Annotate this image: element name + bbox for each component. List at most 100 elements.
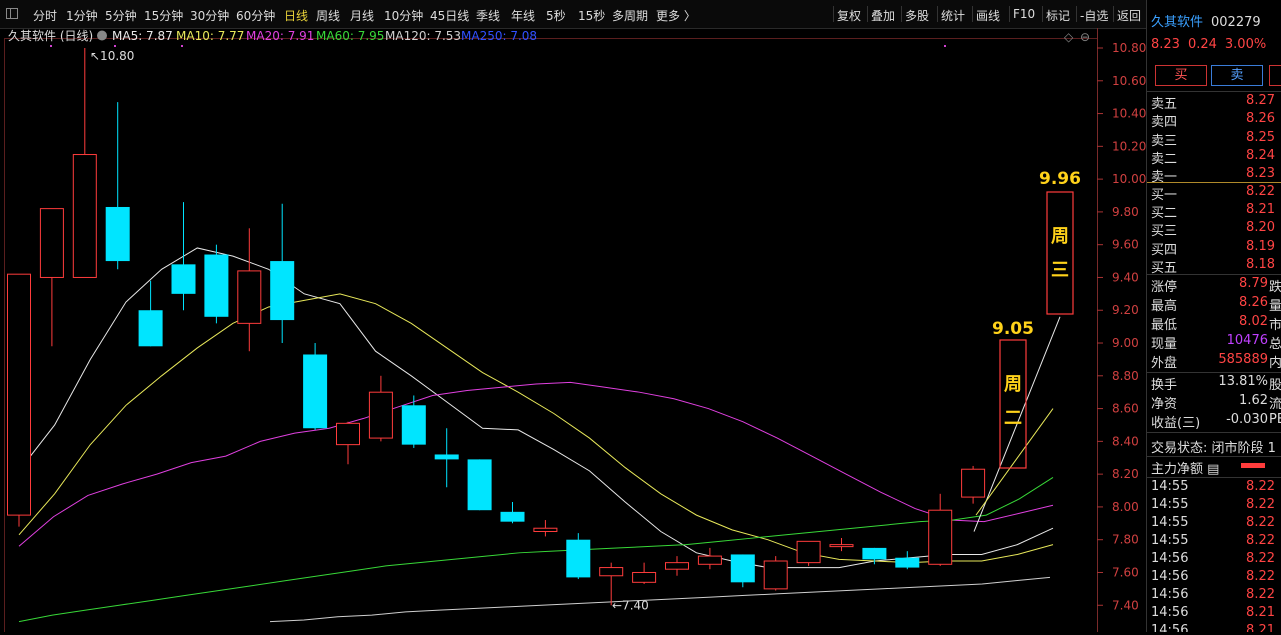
tool-button[interactable]: 标记 [1046, 7, 1070, 24]
tick-row[interactable]: 14:56 8.22 [1147, 551, 1281, 569]
kline-chart[interactable]: 7.40 7.60 7.80 8.00 8.20 8.40 8.60 8.80 9.00 9.20… [0, 28, 1146, 635]
row-label: 14:55 [1151, 479, 1189, 494]
tick-row[interactable]: 14:56 8.22 [1147, 587, 1281, 605]
stat-row[interactable]: 最高 8.26 量 [1147, 295, 1281, 314]
y-tick-label: 9.20 [1112, 303, 1139, 317]
stock-code: 002279 [1211, 15, 1261, 30]
ask-row[interactable]: 卖四 8.26 [1147, 111, 1281, 130]
timeframe-tab[interactable]: 分时 [33, 7, 57, 24]
row-label: 14:56 [1151, 569, 1189, 584]
row-trail: 内 [1269, 356, 1281, 371]
tool-button[interactable]: -自选 [1080, 7, 1108, 24]
panel-toggle-icon[interactable] [6, 8, 18, 19]
ma-line-ma5 [18, 247, 1054, 569]
tick-row[interactable]: 14:55 8.22 [1147, 533, 1281, 551]
annotation-box [1046, 191, 1074, 315]
row-value: 13.81% [1218, 374, 1268, 389]
candle-body [961, 468, 986, 498]
candle-body [72, 154, 97, 278]
sell-button[interactable]: 卖 [1211, 65, 1263, 86]
timeframe-tab[interactable]: 更多 〉 [656, 7, 696, 24]
stat-row[interactable]: 收益(三) -0.030PE [1147, 412, 1281, 431]
extra-trade-button[interactable] [1269, 65, 1281, 86]
bid-row[interactable]: 买三 8.20 [1147, 220, 1281, 239]
timeframe-tab[interactable]: 45日线 [430, 7, 469, 24]
tool-button[interactable]: F10 [1013, 7, 1035, 21]
candle-body [270, 261, 295, 321]
row-label: 换手 [1151, 378, 1178, 393]
timeframe-tab[interactable]: 1分钟 [66, 7, 98, 24]
stat-row[interactable]: 最低 8.02 市 [1147, 314, 1281, 333]
row-label: 14:55 [1151, 533, 1189, 548]
row-trail: PE [1269, 412, 1281, 427]
stat-row[interactable]: 现量 10476 总 [1147, 333, 1281, 352]
candle-body [237, 270, 262, 324]
tool-button[interactable]: 多股 [905, 7, 929, 24]
timeframe-tab[interactable]: 周线 [316, 7, 340, 24]
timeframe-tab[interactable]: 季线 [476, 7, 500, 24]
row-label: 14:56 [1151, 623, 1189, 632]
ask-row[interactable]: 卖五 8.27 [1147, 93, 1281, 112]
row-value: 8.22 [1246, 184, 1275, 199]
tick-row[interactable]: 14:55 8.22 [1147, 515, 1281, 533]
annotation-text: 二 [1004, 408, 1022, 429]
y-tick-label: 9.40 [1112, 270, 1139, 284]
timeframe-tab[interactable]: 多周期 [612, 7, 648, 24]
net-flow-row[interactable]: 主力净额 ▤ [1147, 458, 1281, 477]
candle-body [434, 454, 459, 460]
stat-row[interactable]: 换手 13.81% 股 [1147, 374, 1281, 393]
stat-row[interactable]: 涨停 8.79 跌 [1147, 276, 1281, 295]
tick-row[interactable]: 14:56 8.22 [1147, 569, 1281, 587]
timeframe-tab[interactable]: 年线 [511, 7, 535, 24]
diamond-icon[interactable]: ◇ [1064, 30, 1074, 44]
timeframe-tab[interactable]: 5秒 [546, 7, 566, 24]
tick-row[interactable]: 14:56 8.21 [1147, 623, 1281, 632]
bid-row[interactable]: 买二 8.21 [1147, 202, 1281, 221]
row-trail: 股 [1269, 378, 1281, 393]
timeframe-tab[interactable]: 15分钟 [144, 7, 183, 24]
row-value: 8.22 [1246, 479, 1275, 494]
row-label: 14:56 [1151, 587, 1189, 602]
tool-button[interactable]: 返回 [1117, 7, 1141, 24]
tool-button[interactable]: 复权 [837, 7, 861, 24]
y-tick-label: 10.40 [1112, 107, 1146, 121]
timeframe-tab[interactable]: 30分钟 [190, 7, 229, 24]
tool-button[interactable]: 画线 [976, 7, 1000, 24]
row-value: 8.22 [1246, 533, 1275, 548]
bid-row[interactable]: 买四 8.19 [1147, 239, 1281, 258]
tool-button[interactable]: 叠加 [871, 7, 895, 24]
timeframe-tab[interactable]: 60分钟 [236, 7, 275, 24]
row-value: 8.21 [1246, 202, 1275, 218]
divider [1147, 274, 1281, 275]
ask-row[interactable]: 卖三 8.25 [1147, 130, 1281, 149]
row-trail: 量 [1269, 299, 1281, 314]
row-value: 8.26 [1246, 111, 1275, 127]
price-change: 0.24 [1187, 37, 1217, 52]
stat-row[interactable]: 外盘 585889 内 [1147, 352, 1281, 371]
timeframe-tab[interactable]: 月线 [350, 7, 374, 24]
stat-row[interactable]: 净资 1.62 流 [1147, 393, 1281, 412]
ma-line-ma20 [18, 381, 1054, 547]
timeframe-tab[interactable]: 日线 [284, 7, 308, 24]
tool-button[interactable]: 统计 [941, 7, 965, 24]
collapse-icon[interactable]: ⊖ [1080, 30, 1090, 44]
bid-row[interactable]: 买五 8.18 [1147, 257, 1281, 276]
timeframe-tab[interactable]: 10分钟 [384, 7, 423, 24]
row-label: 买五 [1151, 260, 1178, 276]
timeframe-tab[interactable]: 15秒 [578, 7, 605, 24]
bid-row[interactable]: 买一 8.22 [1147, 184, 1281, 203]
settings-icon[interactable] [97, 30, 107, 41]
ask-row[interactable]: 卖二 8.24 [1147, 148, 1281, 167]
timeframe-tab[interactable]: 5分钟 [105, 7, 137, 24]
divider [867, 6, 868, 22]
row-label: 收益(三) [1151, 416, 1201, 431]
tick-row[interactable]: 14:56 8.21 [1147, 605, 1281, 623]
tick-row[interactable]: 14:55 8.22 [1147, 479, 1281, 497]
ma-line-ma10 [18, 293, 1054, 564]
candlestick-chart[interactable]: 7.40 7.60 7.80 8.00 8.20 8.40 8.60 8.80 9.00 9.20… [0, 28, 1146, 635]
divider [1147, 182, 1281, 183]
row-label: 卖二 [1151, 151, 1178, 167]
buy-button[interactable]: 买 [1155, 65, 1207, 86]
tick-row[interactable]: 14:55 8.22 [1147, 497, 1281, 515]
candle-body [533, 527, 558, 533]
